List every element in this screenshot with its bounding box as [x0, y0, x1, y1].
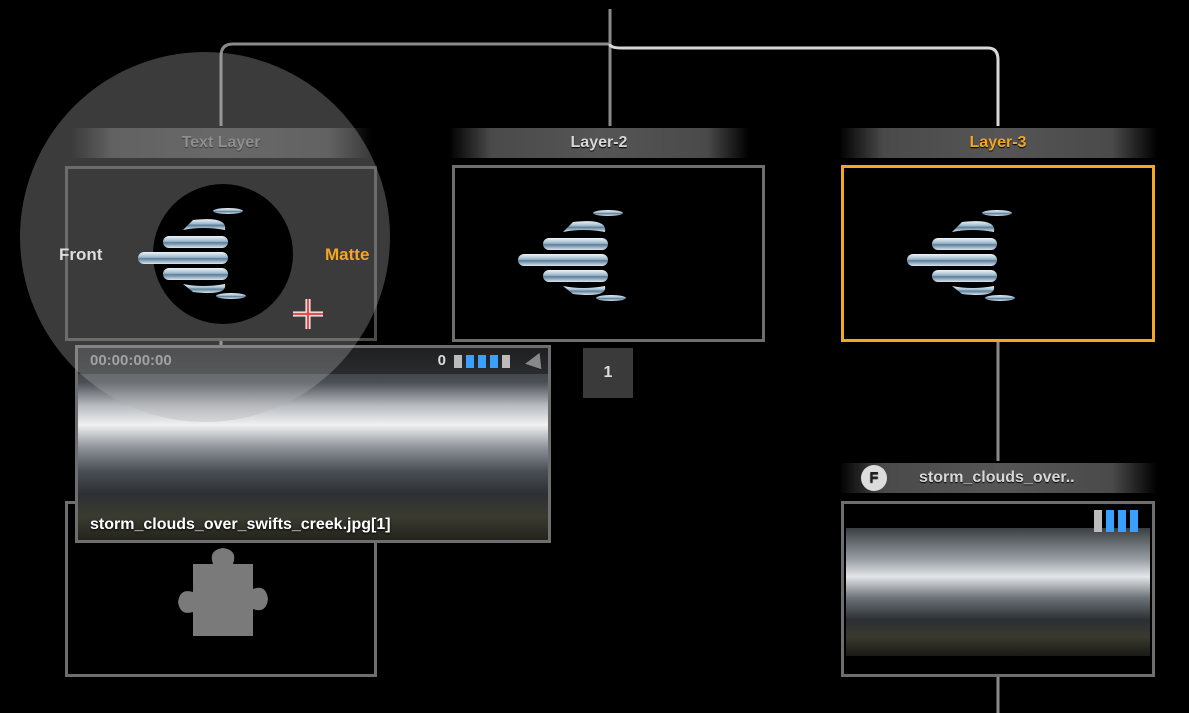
ring-option-matte[interactable]: Matte — [325, 245, 369, 265]
layer-2-header[interactable]: Layer-2 — [449, 128, 749, 158]
file-node-header[interactable]: F storm_clouds_over.. — [839, 463, 1157, 493]
node-graph-canvas[interactable]: Text Layer Layer-2 1 Layer-3 F storm_clo… — [7, 9, 1184, 713]
channel-segment-4 — [490, 355, 498, 368]
layer-2-thumbnail-icon — [518, 210, 626, 301]
channel-segment-3 — [478, 355, 486, 368]
merge-count-badge[interactable]: 1 — [583, 348, 633, 398]
file-node-name: storm_clouds_over.. — [919, 469, 1075, 486]
puzzle-icon — [178, 548, 268, 636]
file-node[interactable] — [841, 501, 1155, 677]
ring-center — [138, 184, 293, 324]
clip-frame-number: 0 — [437, 352, 446, 369]
wire-to-layer-3 — [608, 43, 1000, 126]
layer-3-header[interactable]: Layer-3 — [839, 128, 1157, 158]
layer-3-node[interactable] — [841, 165, 1155, 342]
layer-3-thumbnail-icon — [907, 210, 1015, 301]
channel-segment-1 — [454, 355, 462, 368]
file-node-channel-indicator — [1094, 510, 1144, 532]
file-node-cloud-thumbnail — [846, 528, 1150, 656]
clip-filename: storm_clouds_over_swifts_creek.jpg[1] — [90, 516, 391, 533]
file-flag-badge: F — [861, 465, 887, 491]
cursor-arrow-icon[interactable] — [520, 350, 544, 372]
ring-thumbnail-icon — [138, 208, 246, 299]
channel-segment-5 — [502, 355, 510, 368]
ring-option-front[interactable]: Front — [59, 245, 102, 265]
crosshair-cursor-icon — [293, 299, 323, 329]
layer-2-node[interactable] — [452, 165, 765, 342]
channel-segment-2 — [466, 355, 474, 368]
